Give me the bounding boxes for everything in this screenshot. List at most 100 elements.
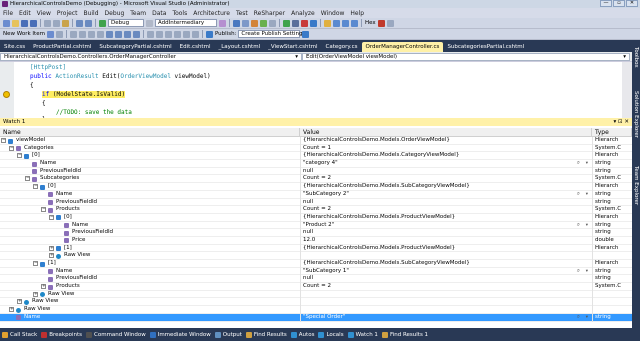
tab-command-window[interactable]: Command Window (86, 331, 146, 338)
restart-icon[interactable] (310, 19, 317, 27)
menu-debug[interactable]: Debug (105, 10, 125, 17)
watch-row[interactable]: − [0] {HierarchicalControlsDemo.Models.Sub… (0, 183, 632, 191)
visualizer-dropdown-icon[interactable]: ▾ (586, 160, 588, 168)
tab-productpartial[interactable]: ProductPartial.cshtml (29, 42, 95, 52)
watch-value-cell[interactable]: {HierarchicalControlsDemo.Models.SubCate… (300, 260, 592, 268)
continue-icon[interactable] (99, 19, 106, 27)
watch-row[interactable]: − Products Count = 2 System.C (0, 206, 632, 214)
watch-value-cell[interactable] (300, 252, 592, 260)
column-header-value[interactable]: Value (300, 128, 592, 137)
menu-tools[interactable]: Tools (172, 10, 187, 17)
watch-row[interactable]: PreviousFieldId null string (0, 167, 632, 176)
step-over-icon[interactable] (342, 19, 349, 27)
menu-project[interactable]: Project (57, 10, 78, 17)
watch-row[interactable]: − Subcategories Count = 2 System.C (0, 175, 632, 184)
watch-row[interactable]: Name "SubCategory 1" ⌕ ▾ string (0, 267, 632, 276)
clear-bookmarks-icon[interactable] (132, 30, 140, 38)
collapse-icon[interactable]: − (33, 261, 38, 266)
order-icon[interactable] (191, 30, 199, 38)
visualizer-magnifier-icon[interactable]: ⌕ (577, 268, 580, 276)
watch-row[interactable]: + Raw View (0, 306, 632, 314)
watch-value-cell[interactable]: Count = 2 (300, 283, 592, 291)
size-icon[interactable] (173, 30, 181, 38)
menu-edit[interactable]: Edit (19, 10, 31, 17)
stop-debugging-icon[interactable] (301, 19, 308, 27)
hex-label[interactable]: Hex (365, 20, 376, 26)
breakpoint-current-statement-icon[interactable] (3, 91, 10, 98)
watch-value-cell[interactable]: Count = 2 (300, 175, 592, 184)
menu-test[interactable]: Test (236, 10, 248, 17)
code-editor[interactable]: [HttpPost] public ActionResult Edit(Orde… (0, 62, 622, 118)
paste-icon[interactable] (62, 19, 69, 27)
expand-icon[interactable]: + (33, 291, 38, 297)
tab-viewstart[interactable]: _ViewStart.cshtml (264, 42, 321, 52)
watch-row[interactable]: + Raw View (0, 290, 632, 299)
menu-view[interactable]: View (37, 10, 51, 17)
properties-icon[interactable] (242, 19, 249, 27)
column-header-name[interactable]: Name (0, 128, 300, 137)
watch-row[interactable]: − [0] {HierarchicalControlsDemo.Models.Cat… (0, 152, 632, 161)
menu-help[interactable]: Help (350, 10, 364, 17)
watch-row[interactable]: PreviousFieldId null string (0, 229, 632, 237)
visualizer-magnifier-icon[interactable]: ⌕ (577, 160, 580, 168)
save-all-icon[interactable] (30, 19, 37, 27)
work-item-dropdown-icon[interactable] (46, 30, 54, 38)
editor-vertical-scrollbar[interactable] (622, 62, 632, 118)
tab-immediate-window[interactable]: Immediate Window (149, 331, 211, 338)
watch-value-cell[interactable] (300, 290, 592, 299)
redo-icon[interactable] (85, 19, 92, 27)
watch-value-cell[interactable]: Count = 1 (300, 144, 592, 153)
minimize-button[interactable]: — (600, 0, 612, 7)
watch-value-cell[interactable] (300, 298, 592, 307)
collapse-icon[interactable]: − (25, 176, 30, 182)
outdent-icon[interactable] (96, 30, 104, 38)
menu-analyze[interactable]: Analyze (291, 10, 315, 17)
solution-explorer-icon[interactable] (233, 19, 240, 27)
solution-configuration-select[interactable]: Debug (108, 19, 144, 27)
spacing-icon[interactable] (182, 30, 190, 38)
side-tab-toolbox[interactable]: Toolbox (633, 47, 639, 68)
watch-value-cell[interactable]: 12.0 (300, 236, 592, 245)
watch-row[interactable]: Name "Product 2" ⌕ ▾ string (0, 221, 632, 230)
maximize-button[interactable]: ▫ (613, 0, 625, 7)
format-icon[interactable] (146, 30, 154, 38)
tab-site-css[interactable]: Site.css (0, 42, 29, 52)
close-button[interactable]: ✕ (626, 0, 638, 7)
platform-icon[interactable] (146, 19, 153, 27)
watch-row[interactable]: Name "category 4" ⌕ ▾ string (0, 160, 632, 168)
type-dropdown[interactable]: HierarchicalControlsDemo.Controllers.Ord… (0, 52, 302, 61)
watch-value-cell[interactable] (300, 306, 592, 314)
watch-value-cell[interactable]: "Product 2" ⌕ ▾ (300, 221, 592, 230)
collapse-icon[interactable]: − (9, 145, 14, 151)
watch-value-cell[interactable]: null (300, 275, 592, 284)
new-work-item-button[interactable]: New Work Item (3, 31, 45, 37)
watch-row[interactable]: PreviousFieldId null string (0, 275, 632, 284)
break-all-icon[interactable] (292, 19, 299, 27)
expand-icon[interactable]: + (49, 245, 54, 251)
watch-row[interactable]: + Products Count = 2 System.C (0, 283, 632, 291)
menu-resharper[interactable]: ReSharper (254, 10, 285, 17)
collapse-icon[interactable]: − (49, 214, 54, 220)
menu-architecture[interactable]: Architecture (193, 10, 230, 17)
watch-value-cell[interactable]: {HierarchicalControlsDemo.Models.Product… (300, 213, 592, 222)
watch-value-cell[interactable]: Count = 2 (300, 206, 592, 214)
visualizer-magnifier-icon[interactable]: ⌕ (577, 191, 580, 199)
watch-row[interactable]: Name "SubCategory 2" ⌕ ▾ string (0, 190, 632, 199)
menu-file[interactable]: File (3, 10, 13, 17)
publish-settings-select[interactable]: Create Publish Settings (238, 30, 305, 38)
watch-row[interactable]: Price 12.0 double (0, 236, 632, 245)
object-browser-icon[interactable] (260, 19, 267, 27)
collapse-icon[interactable]: − (17, 153, 22, 159)
visualizer-magnifier-icon[interactable]: ⌕ (577, 222, 580, 230)
column-header-type[interactable]: Type (592, 128, 632, 137)
editor-gutter[interactable] (0, 62, 14, 118)
expand-icon[interactable]: + (9, 307, 14, 313)
go-to-work-item-icon[interactable] (55, 30, 63, 38)
watch-row[interactable]: − [0] {HierarchicalControlsDemo.Models.Pro… (0, 213, 632, 222)
watch-row[interactable]: + Raw View (0, 252, 632, 260)
open-file-icon[interactable] (12, 19, 19, 27)
watch-value-cell[interactable]: {HierarchicalControlsDemo.Models.OrderVi… (300, 137, 592, 145)
watch-row[interactable]: + [1] {HierarchicalControlsDemo.Models.Pro… (0, 244, 632, 253)
visualizer-dropdown-icon[interactable]: ▾ (586, 314, 588, 322)
new-project-icon[interactable] (3, 19, 10, 27)
